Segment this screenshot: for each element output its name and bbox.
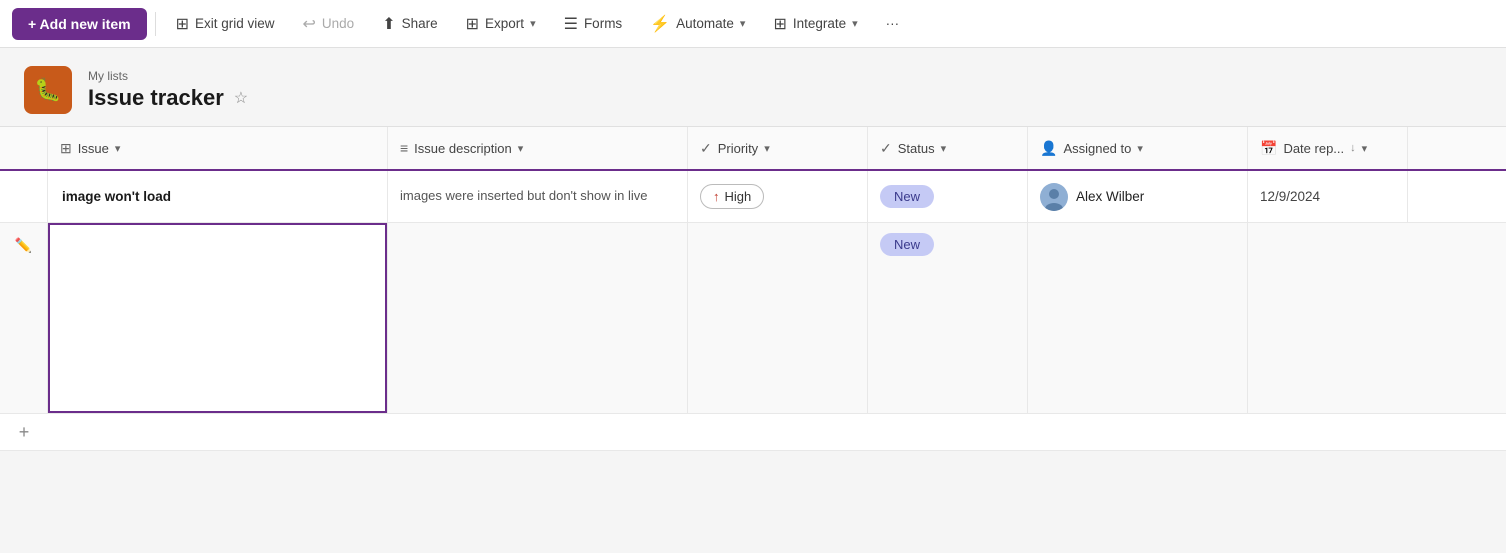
automate-chevron: ▾	[740, 17, 746, 30]
table-row: image won't load images were inserted bu…	[0, 171, 1506, 223]
forms-icon: ☰	[564, 14, 578, 34]
edit-row-action-col: ✏️	[0, 223, 48, 413]
page-header: 🐛 My lists Issue tracker ☆	[0, 48, 1506, 126]
share-button[interactable]: ⬆ Share	[370, 8, 449, 40]
status-col-label: Status	[898, 141, 935, 156]
export-icon: ⊞	[466, 14, 479, 34]
page-title-row: Issue tracker ☆	[88, 85, 248, 111]
date-cell[interactable]: 12/9/2024	[1248, 171, 1408, 222]
grid-icon: ⊞	[176, 14, 189, 34]
col-header-priority[interactable]: ✓ Priority ▾	[688, 127, 868, 169]
assigned-col-icon: 👤	[1040, 140, 1057, 157]
exit-grid-view-label: Exit grid view	[195, 16, 275, 31]
more-options-button[interactable]: ···	[874, 10, 912, 37]
edit-priority-cell[interactable]	[688, 223, 868, 413]
bug-icon: 🐛	[34, 77, 61, 103]
priority-up-icon: ↑	[713, 189, 720, 204]
issue-cell[interactable]: image won't load	[48, 171, 388, 222]
desc-col-icon: ≡	[400, 140, 408, 156]
edit-assigned-cell[interactable]	[1028, 223, 1248, 413]
issue-title: image won't load	[62, 189, 171, 204]
edit-status-cell[interactable]: New	[868, 223, 1028, 413]
date-value: 12/9/2024	[1260, 189, 1320, 204]
desc-col-label: Issue description	[414, 141, 512, 156]
toolbar-separator-1	[155, 12, 156, 36]
issue-input[interactable]	[48, 223, 387, 413]
add-new-item-button[interactable]: + Add new item	[12, 8, 147, 40]
priority-badge: ↑ High	[700, 184, 764, 209]
automate-icon: ⚡	[650, 14, 670, 34]
integrate-label: Integrate	[793, 16, 846, 31]
forms-label: Forms	[584, 16, 622, 31]
assignee-container: Alex Wilber	[1040, 183, 1144, 211]
status-col-chevron: ▾	[941, 142, 947, 155]
edit-row-icon-button[interactable]: ✏️	[13, 235, 34, 256]
date-col-chevron: ▾	[1362, 142, 1368, 155]
status-badge: New	[880, 185, 934, 208]
integrate-button[interactable]: ⊞ Integrate ▾	[761, 8, 869, 40]
edit-issue-cell[interactable]	[48, 223, 388, 413]
share-icon: ⬆	[382, 14, 395, 34]
exit-grid-view-button[interactable]: ⊞ Exit grid view	[164, 8, 287, 40]
automate-label: Automate	[676, 16, 734, 31]
priority-cell[interactable]: ↑ High	[688, 171, 868, 222]
col-header-date[interactable]: 📅 Date rep... ↓ ▾	[1248, 127, 1408, 169]
assigned-cell[interactable]: Alex Wilber	[1028, 171, 1248, 222]
undo-label: Undo	[322, 16, 354, 31]
export-chevron: ▾	[530, 17, 536, 30]
assigned-col-chevron: ▾	[1137, 142, 1143, 155]
col-header-checkbox	[0, 127, 48, 169]
undo-button[interactable]: ↩ Undo	[291, 8, 367, 40]
date-col-label: Date rep...	[1283, 141, 1344, 156]
priority-col-icon: ✓	[700, 140, 712, 157]
header-text: My lists Issue tracker ☆	[88, 69, 248, 111]
undo-icon: ↩	[303, 14, 316, 34]
date-sort-icon: ↓	[1350, 142, 1356, 154]
integrate-chevron: ▾	[852, 17, 858, 30]
forms-button[interactable]: ☰ Forms	[552, 8, 635, 40]
priority-value: High	[725, 189, 752, 204]
add-row-bar: +	[0, 414, 1506, 451]
toolbar: + Add new item ⊞ Exit grid view ↩ Undo ⬆…	[0, 0, 1506, 48]
add-row-button[interactable]: +	[0, 414, 48, 450]
app-icon: 🐛	[24, 66, 72, 114]
grid-container: ⊞ Issue ▾ ≡ Issue description ▾ ✓ Priori…	[0, 126, 1506, 451]
assigned-col-label: Assigned to	[1063, 141, 1131, 156]
row-number-cell	[0, 171, 48, 222]
page-title: Issue tracker	[88, 85, 224, 111]
col-header-description[interactable]: ≡ Issue description ▾	[388, 127, 688, 169]
priority-col-label: Priority	[718, 141, 758, 156]
editing-row: ✏️ New	[0, 223, 1506, 414]
issue-col-label: Issue	[78, 141, 109, 156]
description-text: images were inserted but don't show in l…	[400, 187, 647, 205]
date-col-icon: 📅	[1260, 140, 1277, 157]
col-header-issue[interactable]: ⊞ Issue ▾	[48, 127, 388, 169]
assignee-name: Alex Wilber	[1076, 189, 1144, 204]
issue-col-chevron: ▾	[115, 142, 121, 155]
automate-button[interactable]: ⚡ Automate ▾	[638, 8, 757, 40]
more-options-label: ···	[886, 16, 900, 31]
favorite-button[interactable]: ☆	[234, 88, 248, 108]
status-col-icon: ✓	[880, 140, 892, 157]
export-button[interactable]: ⊞ Export ▾	[454, 8, 548, 40]
col-header-status[interactable]: ✓ Status ▾	[868, 127, 1028, 169]
share-label: Share	[402, 16, 438, 31]
integrate-icon: ⊞	[773, 14, 786, 34]
breadcrumb: My lists	[88, 69, 248, 83]
priority-col-chevron: ▾	[764, 142, 770, 155]
edit-date-cell[interactable]	[1248, 223, 1408, 413]
issue-col-icon: ⊞	[60, 140, 72, 157]
grid-header: ⊞ Issue ▾ ≡ Issue description ▾ ✓ Priori…	[0, 127, 1506, 171]
edit-status-badge: New	[880, 233, 934, 256]
edit-description-cell[interactable]	[388, 223, 688, 413]
col-header-assigned[interactable]: 👤 Assigned to ▾	[1028, 127, 1248, 169]
avatar-image	[1040, 183, 1068, 211]
avatar	[1040, 183, 1068, 211]
description-cell[interactable]: images were inserted but don't show in l…	[388, 171, 688, 222]
status-cell[interactable]: New	[868, 171, 1028, 222]
export-label: Export	[485, 16, 524, 31]
desc-col-chevron: ▾	[518, 142, 524, 155]
